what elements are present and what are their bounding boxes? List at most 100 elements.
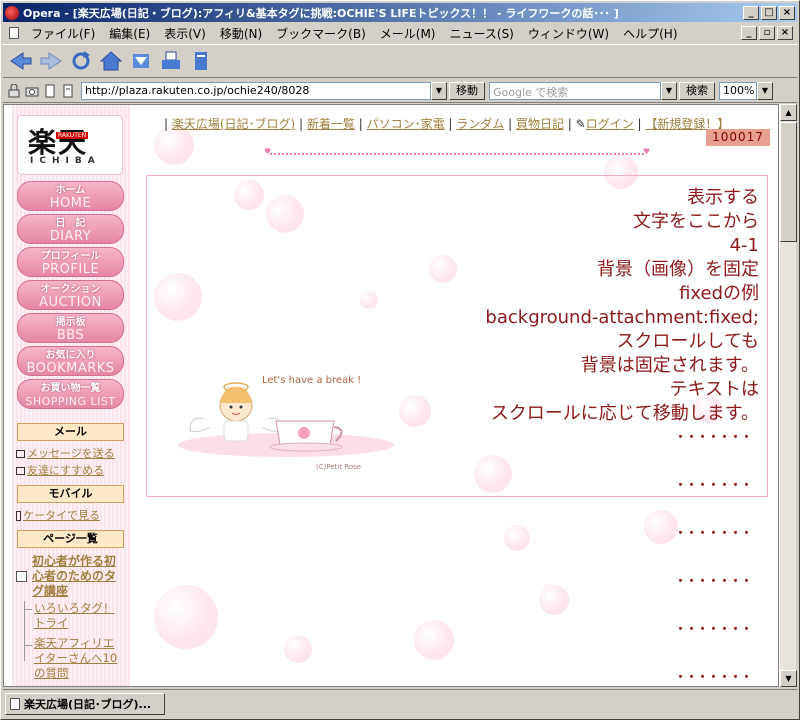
art-caption: Let's have a break ! — [262, 375, 361, 386]
minimize-button[interactable]: _ — [743, 5, 759, 20]
nav-new-link[interactable]: 新着一覧 — [307, 117, 355, 131]
nav-jp: 日 記 — [55, 218, 86, 229]
nav-shopdiary-link[interactable]: 買物日記 — [516, 117, 564, 131]
hotlist-icon[interactable] — [129, 49, 153, 73]
nav-plaza-link[interactable]: 楽天広場(日記･ブログ) — [172, 117, 295, 131]
camera-icon[interactable] — [25, 84, 39, 98]
scroll-up-button[interactable]: ▲ — [780, 104, 797, 121]
go-button[interactable]: 移動 — [449, 81, 485, 100]
menu-bar: ファイル(F) 編集(E) 表示(V) 移動(N) ブックマーク(B) メール(… — [3, 23, 797, 43]
menu-bookmarks[interactable]: ブックマーク(B) — [269, 25, 373, 42]
main-text: 表示する 文字をここから 4-1 背景（画像）を固定 fixedの例 backg… — [485, 186, 759, 426]
tree-branch — [24, 609, 32, 610]
nav-jp: お気に入り — [45, 350, 96, 361]
mdi-minimize-button[interactable]: _ — [741, 26, 757, 40]
address-dropdown[interactable]: ▼ — [431, 81, 447, 100]
send-message-link[interactable]: メッセージを送る — [16, 445, 115, 461]
scroll-thumb[interactable] — [780, 122, 797, 242]
text-line: 背景（画像）を固定 — [597, 259, 759, 280]
text-line: 表示する — [687, 187, 759, 208]
security-icon[interactable] — [7, 83, 21, 98]
page-info-icon[interactable] — [61, 84, 75, 98]
new-page-icon[interactable] — [43, 84, 57, 98]
nav-pc-link[interactable]: パソコン･家電 — [367, 117, 445, 131]
opera-icon — [5, 5, 19, 20]
nav-auction-button[interactable]: オークション AUCTION — [17, 280, 124, 310]
mdi-restore-button[interactable]: ▫ — [759, 26, 775, 40]
mail-section-heading: メール — [17, 423, 124, 441]
access-counter: 100017 — [706, 129, 770, 146]
zoom-dropdown[interactable]: ▼ — [757, 81, 773, 100]
mobile-view-label: ケータイで見る — [23, 509, 100, 522]
window-tab[interactable]: 楽天広場(日記･ブログ)... — [5, 692, 165, 715]
close-button[interactable]: × — [779, 5, 795, 20]
page-icon[interactable] — [189, 49, 213, 73]
nav-jp: 掲示板 — [55, 317, 86, 328]
tag-course-link[interactable]: 初心者が作る初心者のためのタグ講座 — [32, 554, 124, 599]
bubble-decoration — [284, 635, 312, 663]
menu-file[interactable]: ファイル(F) — [24, 25, 102, 42]
scroll-down-button[interactable]: ▼ — [780, 670, 797, 687]
text-line: 背景は固定されます。 — [580, 355, 759, 376]
menu-edit[interactable]: 編集(E) — [102, 25, 157, 42]
forward-icon[interactable] — [39, 49, 63, 73]
dotted-divider — [264, 147, 650, 156]
back-icon[interactable] — [9, 49, 33, 73]
nav-shopping-button[interactable]: お買い物一覧 SHOPPING LIST — [17, 379, 124, 409]
nav-en: DIARY — [49, 229, 92, 244]
nav-login-link[interactable]: ログイン — [586, 117, 634, 131]
text-line: fixedの例 — [679, 283, 759, 304]
nav-random-link[interactable]: ランダム — [456, 117, 504, 131]
text-line: スクロールしても — [616, 331, 759, 352]
mobile-section-heading: モバイル — [17, 485, 124, 503]
menu-navigate[interactable]: 移動(N) — [213, 25, 269, 42]
menu-help[interactable]: ヘルプ(H) — [616, 25, 684, 42]
browser-window: Opera - [楽天広場(日記・ブログ):アフィリ&基本タグに挑戦:OCHIE… — [0, 0, 800, 720]
text-line: スクロールに応じて移動します。 — [490, 403, 759, 424]
home-icon[interactable] — [99, 49, 123, 73]
tree-line — [24, 601, 25, 661]
bubble-decoration — [539, 585, 569, 615]
recommend-friend-link[interactable]: 友達にすすめる — [16, 462, 104, 478]
nav-en: PROFILE — [41, 262, 100, 277]
nav-bookmarks-button[interactable]: お気に入り BOOKMARKS — [17, 346, 124, 376]
mdi-close-button[interactable]: × — [777, 26, 793, 40]
nav-en: HOME — [49, 196, 92, 211]
print-icon[interactable] — [159, 49, 183, 73]
menu-mail[interactable]: メール(M) — [373, 25, 443, 42]
title-bar: Opera - [楽天広場(日記・ブログ):アフィリ&基本タグに挑戦:OCHIE… — [3, 3, 797, 22]
nav-diary-button[interactable]: 日 記 DIARY — [17, 214, 124, 244]
search-button[interactable]: 検索 — [679, 81, 715, 100]
window-tab-label: 楽天広場(日記･ブログ)... — [24, 697, 152, 711]
maximize-button[interactable]: □ — [761, 5, 777, 20]
nav-home-button[interactable]: ホーム HOME — [17, 181, 124, 211]
vertical-scrollbar[interactable]: ▲ ▼ — [779, 104, 797, 687]
menu-view[interactable]: 表示(V) — [157, 25, 213, 42]
search-dropdown[interactable]: ▼ — [661, 81, 677, 100]
page-viewport[interactable]: 楽天 RAKUTEN ICHIBA ホーム HOME 日 記 DIARY プロフィー… — [3, 104, 779, 687]
text-line: テキストは — [669, 379, 759, 400]
text-line: background-attachment:fixed; — [485, 307, 759, 328]
phone-icon — [16, 511, 21, 521]
nav-en: BBS — [56, 328, 85, 343]
search-input[interactable]: Google で検索 — [489, 81, 661, 100]
dots-line: ･･･････ — [677, 478, 754, 494]
zoom-select[interactable]: 100% — [719, 81, 757, 100]
address-input[interactable]: http://plaza.rakuten.co.jp/ochie240/8028 — [81, 81, 431, 100]
reload-icon[interactable] — [69, 49, 93, 73]
menu-news[interactable]: ニュース(S) — [442, 25, 520, 42]
nav-jp: プロフィール — [40, 251, 101, 262]
mobile-view-link[interactable]: ケータイで見る — [16, 507, 100, 523]
envelope-icon — [16, 467, 25, 475]
bubble-decoration — [154, 585, 218, 649]
nav-profile-button[interactable]: プロフィール PROFILE — [17, 247, 124, 277]
affiliate-questions-link[interactable]: 楽天アフィリエイターさんへ10の質問 — [34, 636, 124, 681]
address-bar: http://plaza.rakuten.co.jp/ochie240/8028… — [3, 79, 797, 103]
bubble-decoration — [414, 620, 454, 660]
rakuten-logo[interactable]: 楽天 RAKUTEN ICHIBA — [17, 115, 123, 175]
logo-sub: ICHIBA — [30, 156, 101, 166]
various-tags-link[interactable]: いろいろタグ！トライ — [34, 601, 124, 631]
menu-window[interactable]: ウィンドウ(W) — [521, 25, 616, 42]
nav-bbs-button[interactable]: 掲示板 BBS — [17, 313, 124, 343]
logo-main: 楽天 — [28, 126, 89, 159]
